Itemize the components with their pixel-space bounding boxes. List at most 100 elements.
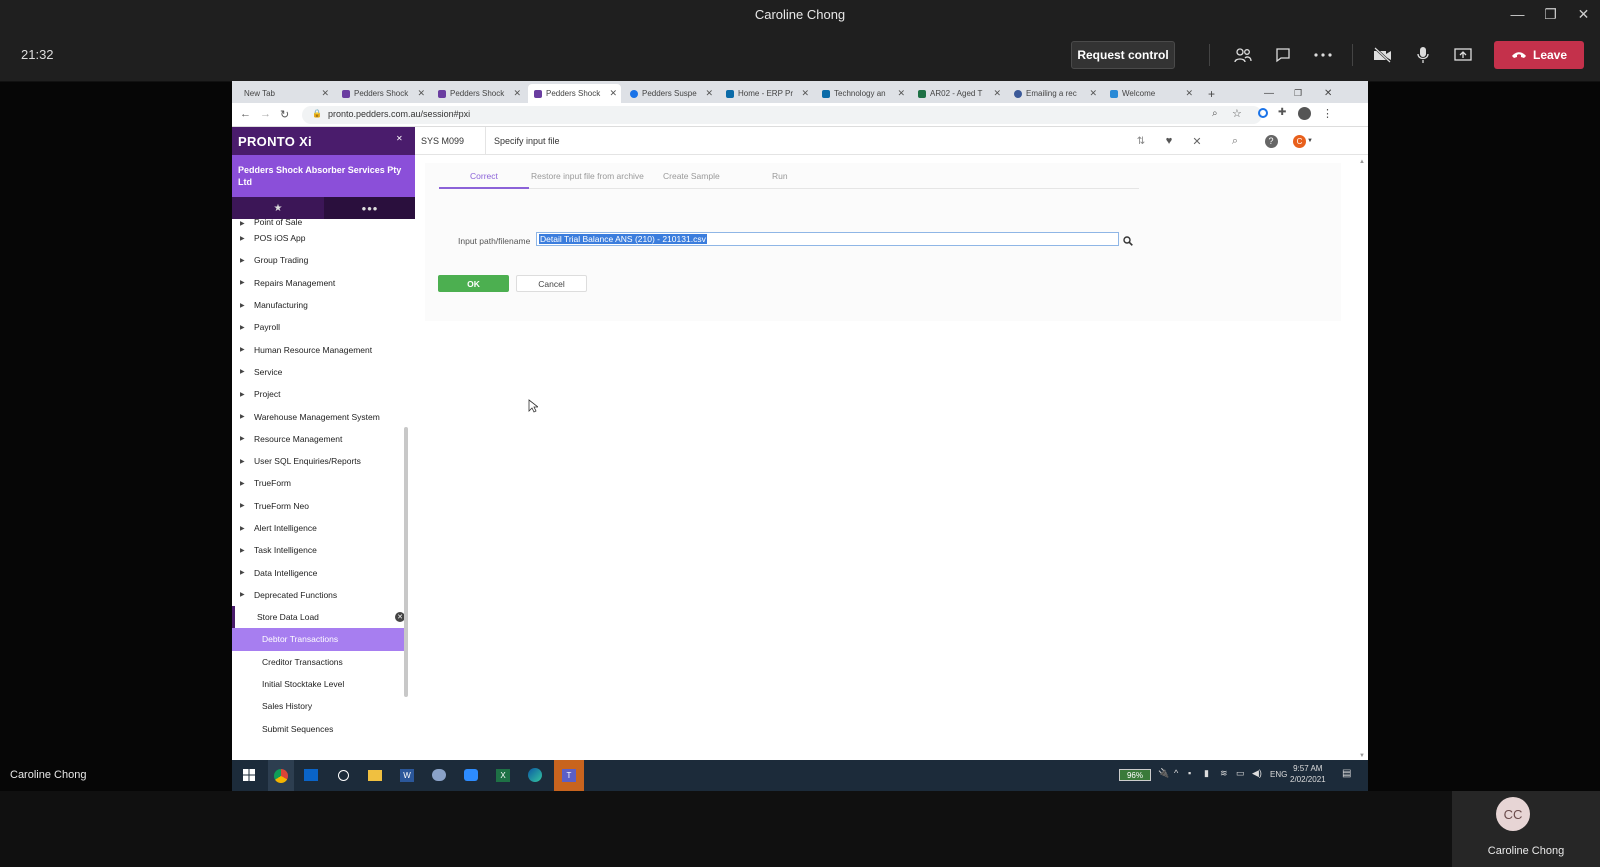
input-path-field[interactable]: Detail Trial Balance ANS (210) - 210131.… [536,232,1119,246]
minimize-icon[interactable]: — [1501,0,1534,28]
new-tab-button[interactable]: + [1202,84,1220,103]
browser-tab[interactable]: Pedders Shock ✕ [432,84,525,103]
notifications-icon[interactable]: ▤ [1342,768,1351,779]
chat-icon[interactable] [1273,45,1293,65]
sidebar-item-debtor-transactions[interactable]: Debtor Transactions [232,628,408,651]
chrome-icon[interactable] [268,760,294,791]
power-icon[interactable]: 🔌 [1158,768,1169,779]
close-icon[interactable]: ✕ [705,88,713,99]
excel-icon[interactable]: X [494,766,512,784]
file-explorer-icon[interactable] [366,766,384,784]
profile-icon[interactable] [1298,107,1311,120]
battery-indicator[interactable]: 96% [1119,769,1151,781]
sidebar-item-data-intelligence[interactable]: ▶ Data Intelligence [232,561,408,583]
sidebar-item-pos-ios-app[interactable]: ▶ POS iOS App [232,227,408,249]
people-icon[interactable] [1233,45,1253,65]
sidebar-item-trueform[interactable]: ▶ TrueForm [232,472,408,494]
close-icon[interactable]: ✕ [417,88,425,99]
star-icon[interactable]: ☆ [1232,107,1242,120]
outlook-icon[interactable] [302,766,320,784]
close-icon[interactable]: ✕ [513,88,521,99]
browser-tab[interactable]: Welcome ✕ [1104,84,1197,103]
tab-correct[interactable]: Correct [470,171,498,181]
restore-icon[interactable]: ❐ [1288,84,1308,103]
browser-tab[interactable]: Technology an ✕ [816,84,909,103]
mic-icon[interactable] [1413,45,1433,65]
favourites-star-icon[interactable]: ★ [232,197,324,219]
close-icon[interactable]: ✕ [321,88,329,99]
sidebar-item-initial-stocktake-level[interactable]: Initial Stocktake Level [232,673,408,695]
close-icon[interactable]: ✕ [801,88,809,99]
sidebar-item-trueform-neo[interactable]: ▶ TrueForm Neo [232,495,408,517]
edge-icon[interactable] [526,766,544,784]
sidebar-item-sales-history[interactable]: Sales History [232,695,408,717]
sidebar-item-resource-management[interactable]: ▶ Resource Management [232,428,408,450]
menu-kebab-icon[interactable]: ⋮ [1322,107,1333,120]
user-menu-icon[interactable]: C ▼ [1291,133,1315,149]
browser-tab[interactable]: Emailing a rec ✕ [1008,84,1101,103]
reload-icon[interactable]: ↻ [280,108,289,121]
tab-restore-input-file[interactable]: Restore input file from archive [531,171,644,181]
close-icon[interactable]: ✕ [1185,88,1193,99]
volume-icon[interactable]: ◀) [1252,768,1262,779]
sidebar-item-creditor-transactions[interactable]: Creditor Transactions [232,651,408,673]
zoom-icon[interactable]: ⌕ [1212,108,1218,119]
browser-tab[interactable]: Pedders Suspe ✕ [624,84,717,103]
close-icon[interactable]: ✕ [993,88,1001,99]
sidebar-item-point-of-sale[interactable]: ▶ Point of Sale [232,217,408,227]
search-icon[interactable]: ⌕ [1227,133,1243,149]
browser-tab[interactable]: AR02 - Aged T ✕ [912,84,1005,103]
more-icon[interactable] [1313,45,1333,65]
browser-tab-active[interactable]: Pedders Shock ✕ [528,84,621,103]
sidebar-item-task-intelligence[interactable]: ▶ Task Intelligence [232,539,408,561]
pin-icon[interactable]: ✕ [396,134,403,143]
minimize-icon[interactable]: — [1258,84,1280,103]
language-indicator[interactable]: ENG [1270,770,1287,779]
browser-tab[interactable]: Home - ERP Pr ✕ [720,84,813,103]
share-icon[interactable] [1453,45,1473,65]
sidebar-item-store-data-load[interactable]: Store Data Load ✕ [232,606,408,629]
sidebar-item-repairs-management[interactable]: ▶ Repairs Management [232,272,408,294]
sidebar-item-alert-intelligence[interactable]: ▶ Alert Intelligence [232,517,408,539]
network-icon[interactable]: ▭ [1236,768,1245,779]
sidebar-item-deprecated-functions[interactable]: ▶ Deprecated Functions [232,584,408,606]
main-scrollbar[interactable]: ▲ ▼ [1359,159,1365,759]
zoom-app-icon[interactable] [462,766,480,784]
sidebar-item-project[interactable]: ▶ Project [232,383,408,405]
wifi-icon[interactable]: ≋ [1220,768,1228,779]
camera-off-icon[interactable] [1373,45,1393,65]
sidebar-item-submit-sequences[interactable]: Submit Sequences [232,718,408,740]
search-icon[interactable] [1123,233,1133,251]
cancel-button[interactable]: Cancel [516,275,587,292]
windows-start-icon[interactable] [240,766,258,784]
close-icon[interactable]: ✕ [1189,133,1205,149]
participant-tile[interactable]: CC Caroline Chong [1452,791,1600,867]
sidebar-item-payroll[interactable]: ▶ Payroll [232,316,408,338]
ok-button[interactable]: OK [438,275,509,292]
close-icon[interactable]: ✕ [1318,84,1338,103]
teams-icon[interactable]: T [554,760,584,791]
close-icon[interactable]: ✕ [1089,88,1097,99]
sidebar-item-manufacturing[interactable]: ▶ Manufacturing [232,294,408,316]
chevron-up-icon[interactable]: ^ [1174,768,1178,778]
more-icon[interactable]: ••• [324,197,415,219]
extension-icon[interactable] [1258,108,1268,118]
system-clock[interactable]: 9:57 AM 2/02/2021 [1290,763,1326,785]
close-icon[interactable]: ✕ [609,88,617,99]
sidebar-scrollbar[interactable] [404,427,408,697]
sort-icon[interactable]: ⇅ [1133,133,1149,149]
browser-tab[interactable]: Pedders Shock ✕ [336,84,429,103]
restore-icon[interactable]: ❐ [1534,0,1567,28]
sidebar-item-group-trading[interactable]: ▶ Group Trading [232,249,408,271]
tab-run[interactable]: Run [772,171,788,181]
close-icon[interactable]: ✕ [897,88,905,99]
help-icon[interactable]: ? [1263,133,1279,149]
microphone-tray-icon[interactable]: ▮ [1204,768,1209,779]
word-icon[interactable]: W [398,766,416,784]
cortana-icon[interactable] [334,766,352,784]
sidebar-item-user-sql-enquiries[interactable]: ▶ User SQL Enquiries/Reports [232,450,408,472]
tab-create-sample[interactable]: Create Sample [663,171,720,181]
forward-icon[interactable]: → [260,108,271,120]
sidebar-item-service[interactable]: ▶ Service [232,361,408,383]
leave-button[interactable]: Leave [1494,41,1584,69]
